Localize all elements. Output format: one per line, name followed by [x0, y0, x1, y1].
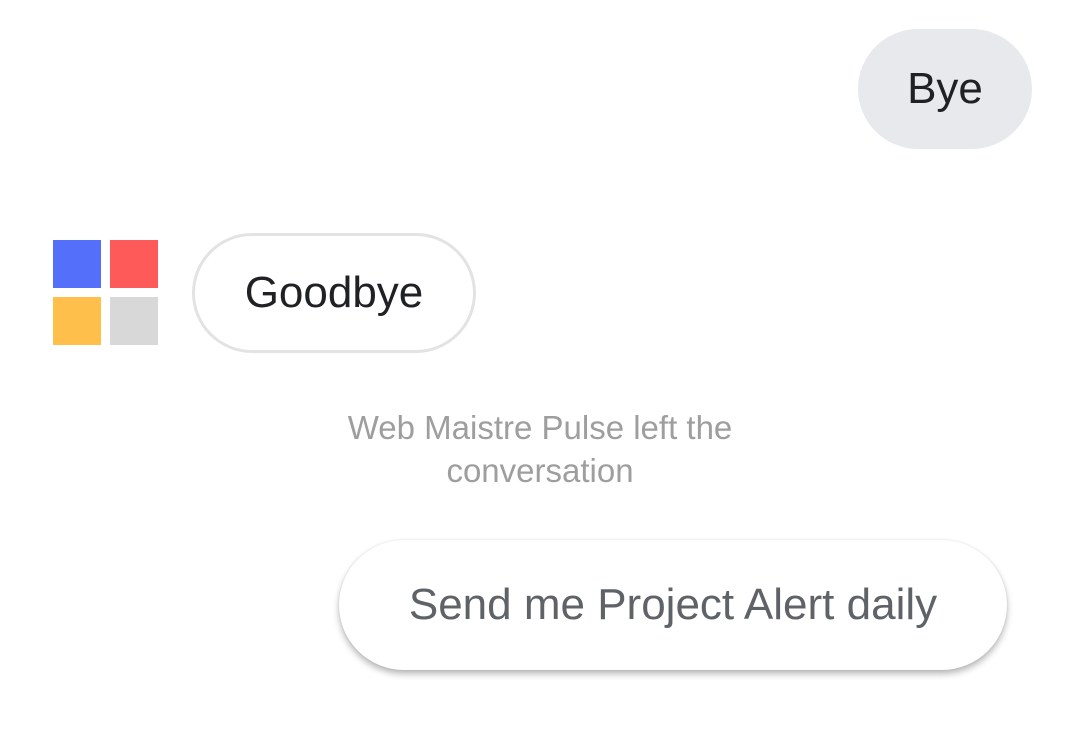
system-notice: Web Maistre Pulse left the conversation — [347, 409, 733, 489]
bot-message-text: Goodbye — [244, 268, 424, 317]
user-message-text: Bye — [907, 64, 983, 113]
avatar-square-top-right — [110, 240, 158, 288]
avatar-square-bottom-left — [53, 297, 101, 345]
bot-message-bubble: Goodbye — [192, 233, 476, 353]
suggestion-chip[interactable]: Send me Project Alert daily — [339, 540, 1007, 670]
avatar-square-bottom-right — [110, 297, 158, 345]
conversation-view: Bye Goodbye Web Maistre Pulse left the c… — [0, 0, 1074, 746]
suggestion-chip-label: Send me Project Alert daily — [408, 580, 938, 629]
bot-avatar-icon — [53, 240, 158, 345]
avatar-square-top-left — [53, 240, 101, 288]
user-message-bubble: Bye — [858, 29, 1032, 149]
